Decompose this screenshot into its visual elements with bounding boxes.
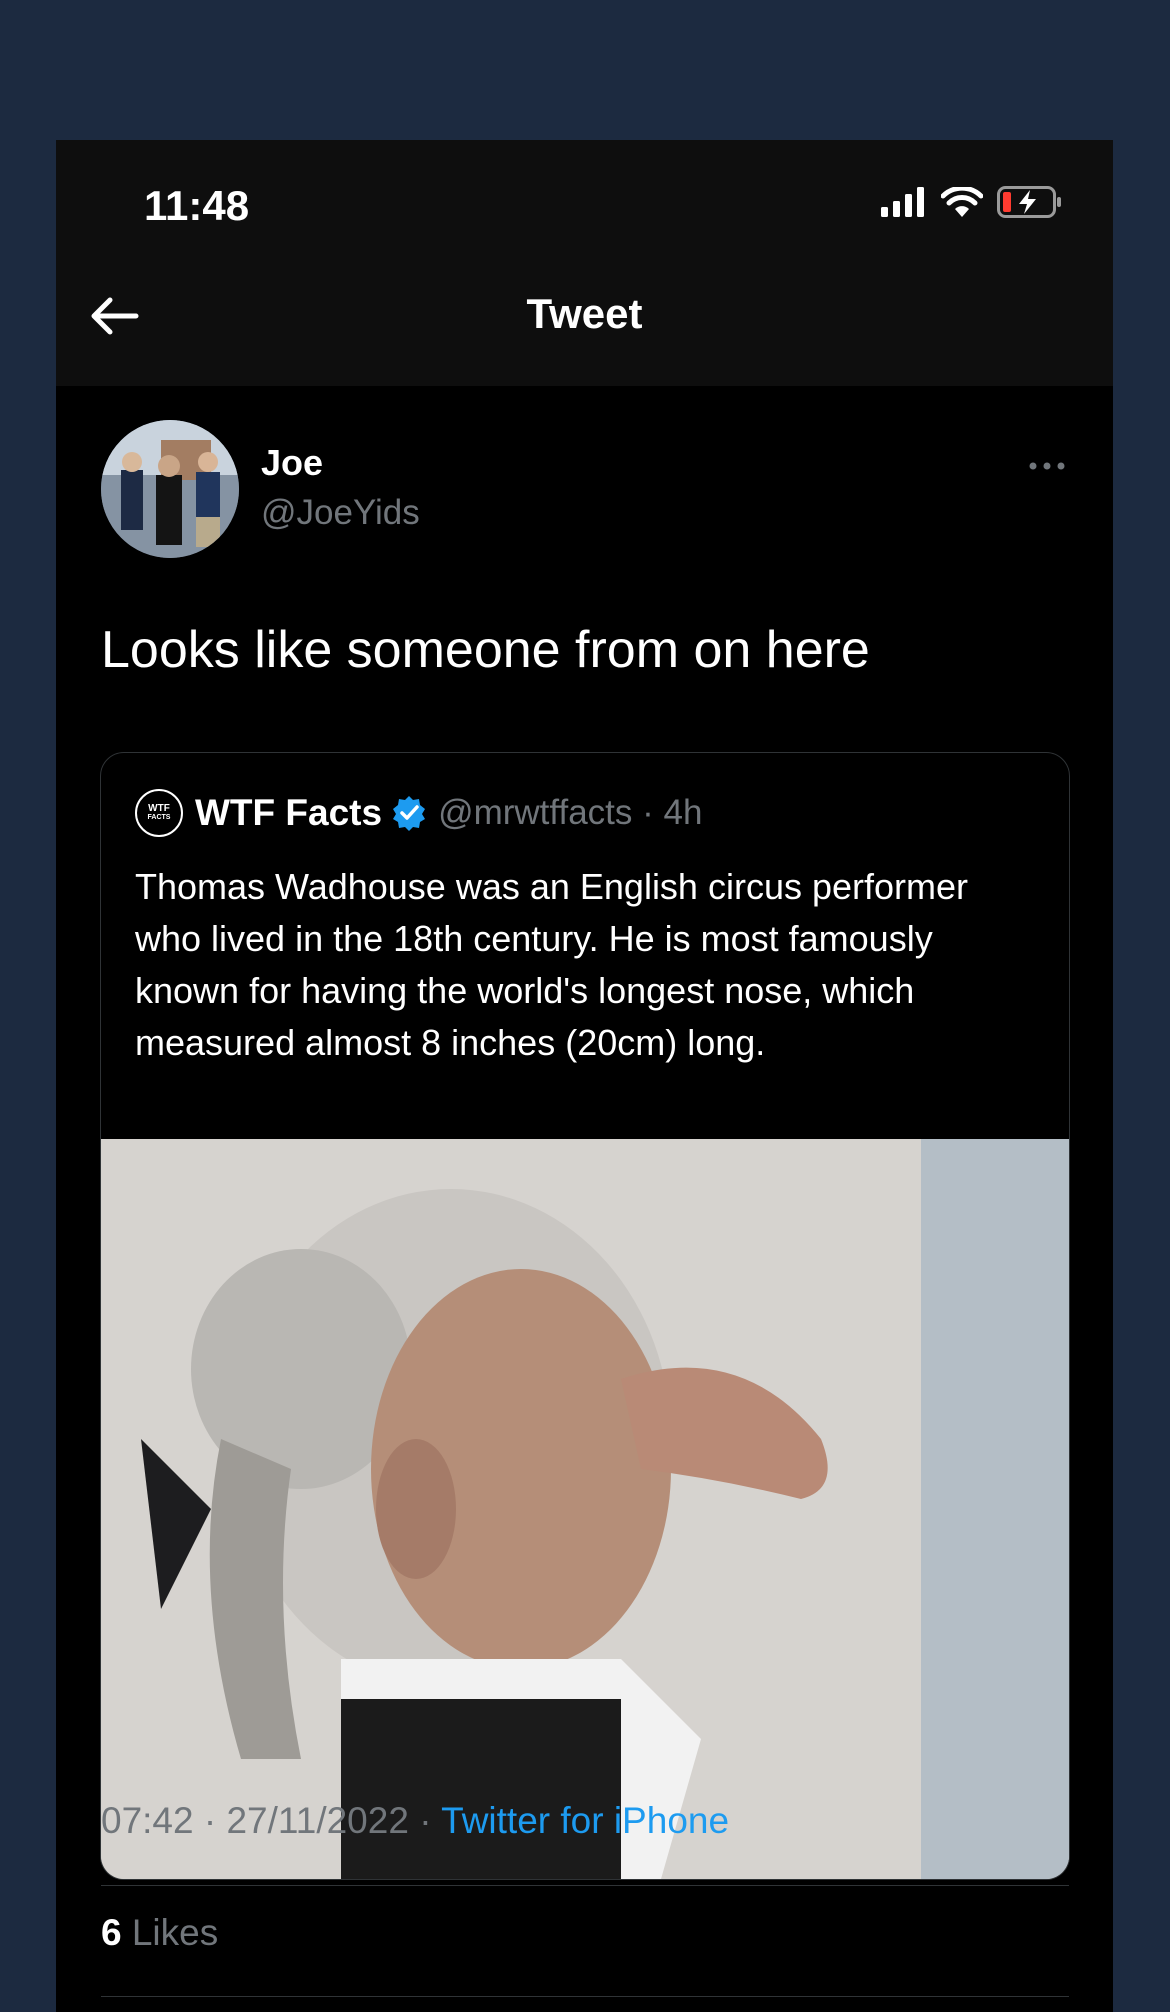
signal-icon: [881, 187, 924, 217]
quoted-separator: ·: [632, 793, 664, 832]
status-time: 11:48: [144, 182, 250, 229]
quoted-avatar[interactable]: WTF FACTS: [135, 789, 183, 837]
wifi-icon: [941, 187, 983, 217]
quoted-avatar-text-top: WTF: [148, 803, 170, 814]
quoted-tweet[interactable]: WTF FACTS WTF Facts @mrwtffacts · 4h Tho…: [100, 752, 1070, 1880]
meta-separator: ·: [203, 1800, 227, 1841]
quoted-tweet-image[interactable]: [101, 1139, 1069, 1879]
tweet-time: 07:42: [101, 1800, 194, 1841]
quoted-tweet-text: Thomas Wadhouse was an English circus pe…: [135, 866, 969, 1063]
app-header: Tweet: [56, 250, 1113, 386]
phone-screen: 11:48 Tweet Joe @JoeYids Looks like some…: [56, 140, 1113, 2012]
meta-separator: ·: [419, 1800, 442, 1841]
quoted-author-handle[interactable]: @mrwtffacts: [438, 793, 632, 833]
likes-stat[interactable]: 6 Likes: [101, 1912, 218, 1954]
tweet-text: Looks like someone from on here: [101, 621, 870, 679]
quoted-avatar-text-bottom: FACTS: [147, 814, 171, 821]
tweet-source-link[interactable]: Twitter for iPhone: [441, 1800, 729, 1841]
quoted-author-name[interactable]: WTF Facts: [195, 792, 382, 834]
quoted-tweet-header: WTF FACTS WTF Facts @mrwtffacts · 4h: [135, 789, 702, 837]
status-bar: 11:48: [56, 140, 1113, 250]
author-handle[interactable]: @JoeYids: [261, 493, 420, 533]
divider: [101, 1885, 1069, 1886]
divider: [101, 1996, 1069, 1997]
verified-badge-icon: [393, 796, 426, 831]
tweet-date: 27/11/2022: [226, 1800, 409, 1841]
more-horizontal-icon[interactable]: [1027, 456, 1067, 476]
status-icons: [881, 186, 1063, 218]
tweet-meta: 07:42 · 27/11/2022 · Twitter for iPhone: [101, 1800, 729, 1842]
author-name[interactable]: Joe: [261, 442, 323, 484]
likes-count: 6: [101, 1912, 122, 1953]
avatar[interactable]: [101, 420, 239, 558]
quoted-age: 4h: [663, 793, 703, 832]
likes-label: Likes: [131, 1912, 219, 1953]
page-title: Tweet: [526, 290, 643, 337]
battery-charging-icon: [997, 186, 1061, 218]
